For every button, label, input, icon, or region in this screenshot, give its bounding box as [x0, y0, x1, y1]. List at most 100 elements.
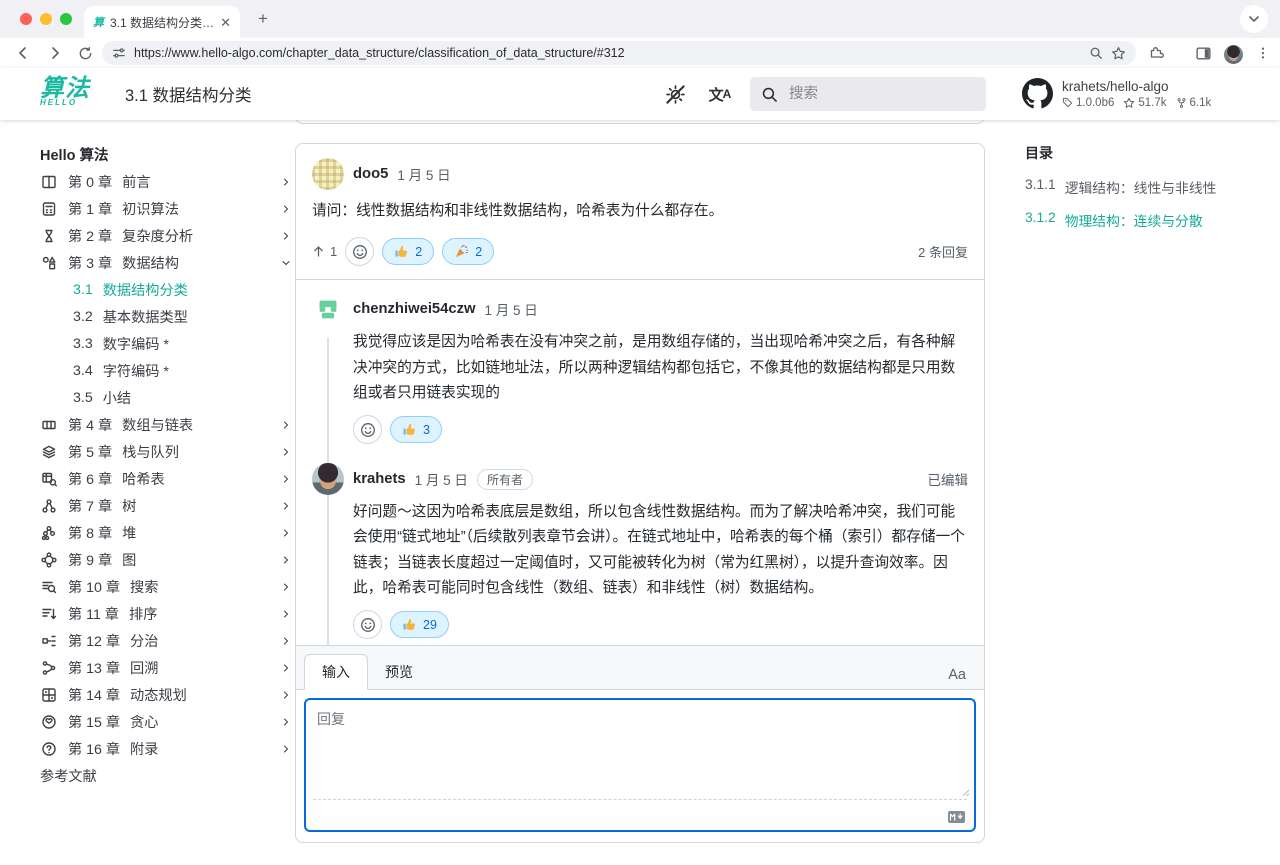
sidebar-item-3-2[interactable]: 3.2 基本数据类型 [40, 303, 292, 330]
url-text[interactable]: https://www.hello-algo.com/chapter_data_… [134, 46, 1081, 60]
comment-author[interactable]: chenzhiwei54czw [353, 301, 476, 317]
back-button[interactable] [12, 42, 34, 64]
chapter-number: 第 4 章 [68, 415, 112, 435]
chapter-number: 第 13 章 [68, 658, 120, 678]
sidebar-item-chapter-6[interactable]: 第 6 章 哈希表 [40, 465, 292, 492]
divide-conquer-icon [40, 632, 58, 650]
sidebar-item-chapter-1[interactable]: 第 1 章 初识算法 [40, 195, 292, 222]
sidebar-item-chapter-5[interactable]: 第 5 章 栈与队列 [40, 438, 292, 465]
sidebar-item-3-3[interactable]: 3.3 数字编码 * [40, 330, 292, 357]
sidebar-item-3-4[interactable]: 3.4 字符编码 * [40, 357, 292, 384]
tab-close-icon[interactable]: ✕ [220, 16, 231, 29]
reload-button[interactable] [74, 42, 96, 64]
toc-item-3-1-2[interactable]: 3.1.2 物理结构：连续与分散 [1025, 210, 1270, 230]
comment-date[interactable]: 1 月 5 日 [485, 299, 538, 319]
toc-name: 物理结构：连续与分散 [1065, 210, 1203, 230]
mac-minimize-button[interactable] [40, 13, 52, 25]
avatar[interactable] [312, 293, 344, 325]
sidebar-item-chapter-0[interactable]: 第 0 章 前言 [40, 168, 292, 195]
sidebar-item-chapter-11[interactable]: 第 11 章 排序 [40, 600, 292, 627]
sidebar-item-chapter-12[interactable]: 第 12 章 分治 [40, 627, 292, 654]
github-repo-link[interactable]: krahets/hello-algo 1.0.0b6 51.7k 6.1k [1022, 78, 1211, 109]
reply-textarea[interactable] [306, 700, 974, 796]
smiley-icon [352, 244, 368, 260]
shapes-icon [40, 254, 58, 272]
chapter-name: 动态规划 [130, 685, 187, 705]
comment-text: 我觉得应该是因为哈希表在没有冲突之前，是用数组存储的，当出现哈希冲突之后，有各种… [353, 330, 968, 406]
chapter-name: 堆 [122, 523, 136, 543]
chapter-number: 第 15 章 [68, 712, 120, 732]
comment-author[interactable]: krahets [353, 471, 406, 487]
sidebar-item-chapter-13[interactable]: 第 13 章 回溯 [40, 654, 292, 681]
reaction-thumbs-up[interactable]: 3 [390, 416, 442, 443]
reaction-thumbs-up[interactable]: 2 [382, 238, 434, 265]
sidebar-site-title[interactable]: Hello 算法 [40, 141, 292, 168]
browser-menu-icon[interactable] [1252, 42, 1274, 64]
section-number: 3.2 [73, 309, 93, 325]
browser-profile-avatar[interactable] [1222, 43, 1244, 65]
chevron-right-icon [280, 203, 292, 215]
sidebar-item-chapter-10[interactable]: 第 10 章 搜索 [40, 573, 292, 600]
sidebar-nav: Hello 算法 第 0 章 前言 第 1 章 初识算法 第 2 章 复杂度分析… [40, 141, 292, 789]
comment-date[interactable]: 1 月 5 日 [397, 164, 450, 184]
mac-close-button[interactable] [20, 13, 32, 25]
tab-write[interactable]: 输入 [304, 654, 368, 690]
forward-button[interactable] [44, 42, 66, 64]
sidebar-item-chapter-8[interactable]: 第 8 章 堆 [40, 519, 292, 546]
toc-item-3-1-1[interactable]: 3.1.1 逻辑结构：线性与非线性 [1025, 177, 1270, 197]
theme-toggle-icon[interactable] [663, 82, 687, 106]
bookmark-star-icon[interactable] [1111, 46, 1126, 61]
sidebar-item-chapter-3[interactable]: 第 3 章 数据结构 [40, 249, 292, 276]
sort-icon [40, 605, 58, 623]
reaction-thumbs-up[interactable]: 29 [390, 611, 449, 638]
avatar[interactable] [312, 463, 344, 495]
add-reaction-button[interactable] [345, 237, 374, 266]
reaction-count: 3 [423, 423, 430, 437]
fork-icon [1176, 97, 1187, 109]
site-logo[interactable]: 算法 HELLO [40, 77, 90, 107]
tab-search-button[interactable] [1240, 5, 1268, 33]
reaction-party[interactable]: 2 [442, 238, 494, 265]
sidebar-item-chapter-9[interactable]: 第 9 章 图 [40, 546, 292, 573]
search-box[interactable] [750, 77, 986, 111]
chevron-right-icon [280, 230, 292, 242]
browser-tab[interactable]: 算 3.1 数据结构分类 - Hello 算法 ✕ [84, 6, 240, 38]
toc-title: 目录 [1025, 143, 1270, 163]
comment-author[interactable]: doo5 [353, 166, 388, 182]
comment-date[interactable]: 1 月 5 日 [415, 469, 468, 489]
address-bar[interactable]: https://www.hello-algo.com/chapter_data_… [102, 41, 1136, 65]
sidebar-item-chapter-15[interactable]: 第 15 章 贪心 [40, 708, 292, 735]
upvote-button[interactable]: 1 [312, 244, 337, 259]
avatar[interactable] [312, 158, 344, 190]
search-input[interactable] [787, 85, 951, 103]
edited-label: 已编辑 [928, 469, 969, 489]
sidebar-item-chapter-16[interactable]: 第 16 章 附录 [40, 735, 292, 762]
extensions-icon[interactable] [1146, 42, 1168, 64]
sidebar-item-references[interactable]: 参考文献 [40, 762, 292, 789]
add-reaction-button[interactable] [353, 415, 382, 444]
mac-zoom-button[interactable] [60, 13, 72, 25]
site-settings-icon [112, 46, 126, 60]
resize-grip[interactable] [962, 789, 970, 797]
add-reaction-button[interactable] [353, 610, 382, 639]
editor-divider [313, 799, 967, 800]
tag-icon [1062, 97, 1073, 108]
new-tab-button[interactable]: + [252, 8, 274, 30]
sidebar-item-chapter-4[interactable]: 第 4 章 数组与链表 [40, 411, 292, 438]
sidebar-item-chapter-7[interactable]: 第 7 章 树 [40, 492, 292, 519]
text-format-button[interactable]: Aa [938, 661, 976, 689]
language-translate-icon[interactable]: 文A [708, 82, 732, 106]
tab-preview[interactable]: 预览 [368, 655, 430, 689]
sidebar-item-3-1[interactable]: 3.1 数据结构分类 [40, 276, 292, 303]
section-name: 基本数据类型 [103, 307, 188, 327]
side-panel-icon[interactable] [1192, 42, 1214, 64]
toc-name: 逻辑结构：线性与非线性 [1065, 177, 1217, 197]
sidebar-item-3-5[interactable]: 3.5 小结 [40, 384, 292, 411]
upvote-count: 1 [330, 244, 337, 259]
chapter-name: 初识算法 [122, 199, 179, 219]
markdown-icon[interactable] [948, 811, 965, 823]
sidebar-item-chapter-14[interactable]: 第 14 章 动态规划 [40, 681, 292, 708]
chapter-name: 搜索 [130, 577, 158, 597]
chapter-number: 第 7 章 [68, 496, 112, 516]
sidebar-item-chapter-2[interactable]: 第 2 章 复杂度分析 [40, 222, 292, 249]
